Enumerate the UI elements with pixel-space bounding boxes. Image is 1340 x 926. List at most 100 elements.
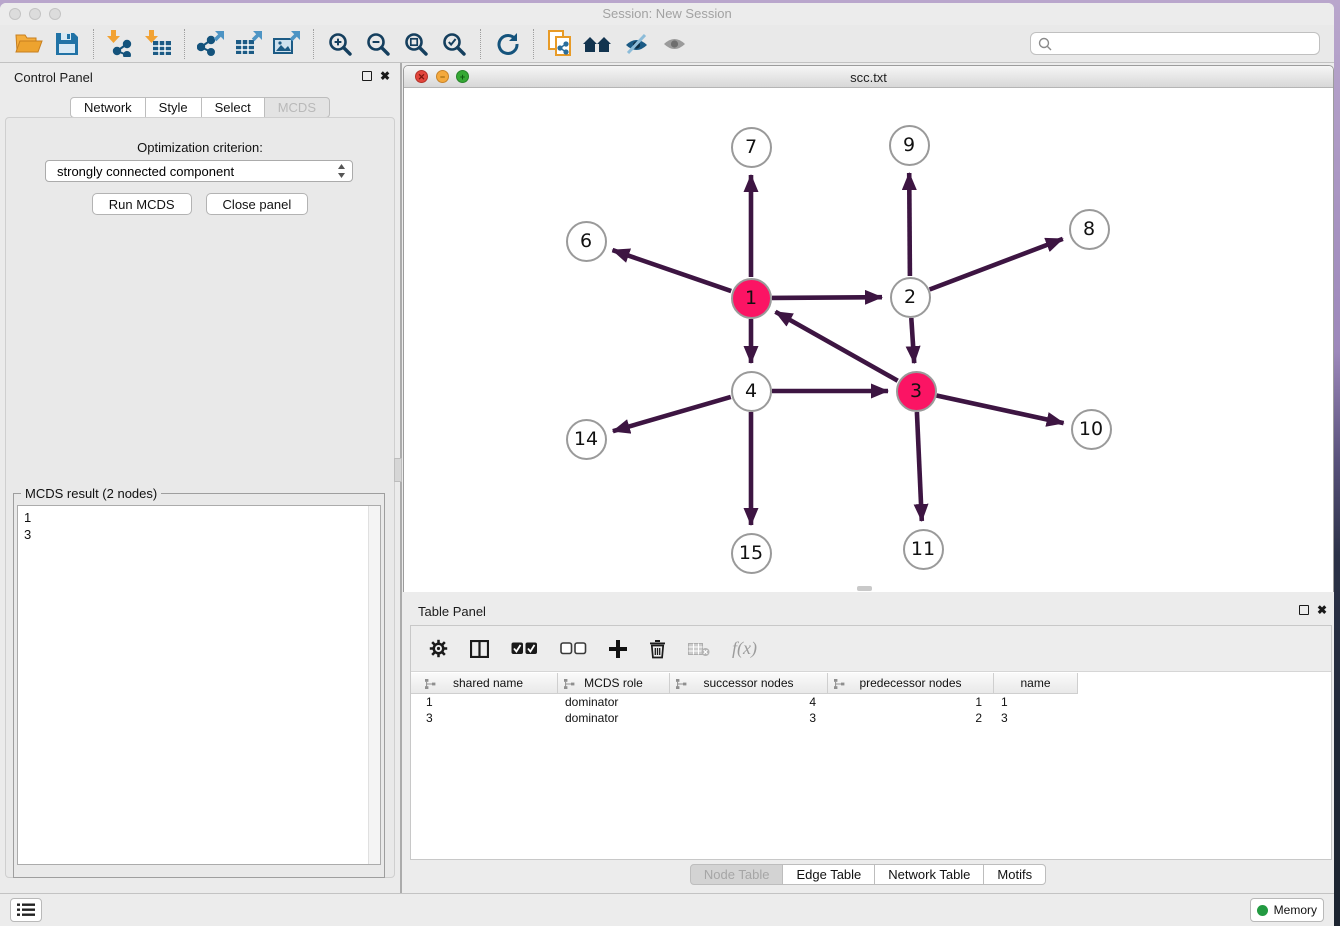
delete-table-icon <box>688 641 710 657</box>
column-header-name[interactable]: name <box>994 673 1078 694</box>
close-panel-icon[interactable]: ✖ <box>380 71 390 82</box>
select-stepper-icon <box>337 164 346 178</box>
mcds-result-area[interactable]: 13 <box>17 505 381 865</box>
memory-button[interactable]: Memory <box>1250 898 1324 922</box>
table-tabs: Node TableEdge TableNetwork TableMotifs <box>403 864 1334 885</box>
network-window-titlebar[interactable]: ✕ − + scc.txt <box>404 66 1333 88</box>
export-table-icon[interactable] <box>230 28 268 60</box>
graph-node-7[interactable]: 7 <box>731 127 772 168</box>
table-cell: 3 <box>419 710 558 726</box>
zoom-in-icon[interactable] <box>321 28 359 60</box>
column-header-mcds-role[interactable]: MCDS role <box>558 673 670 694</box>
import-table-icon[interactable] <box>139 28 177 60</box>
graph-edge-2-9[interactable] <box>909 173 910 276</box>
table-cell: dominator <box>558 710 670 726</box>
tab-motifs[interactable]: Motifs <box>983 864 1046 885</box>
column-header-shared-name[interactable]: shared name <box>419 673 558 694</box>
close-table-panel-icon[interactable]: ✖ <box>1317 605 1327 616</box>
control-panel: Control Panel ✖ NetworkStyleSelectMCDS O… <box>0 63 401 893</box>
mcds-result-scrollbar[interactable] <box>368 506 380 864</box>
export-network-icon[interactable] <box>192 28 230 60</box>
graph-node-4[interactable]: 4 <box>731 371 772 412</box>
float-panel-icon[interactable] <box>362 71 372 83</box>
zoom-selected-icon[interactable] <box>435 28 473 60</box>
mcds-result-box: MCDS result (2 nodes) 13 <box>13 493 385 878</box>
tab-network-table[interactable]: Network Table <box>874 864 984 885</box>
graph-node-15[interactable]: 15 <box>731 533 772 574</box>
graph-node-10[interactable]: 10 <box>1071 409 1112 450</box>
graph-node-6[interactable]: 6 <box>566 221 607 262</box>
graph-edge-3-11[interactable] <box>917 412 922 521</box>
table-cell: 1 <box>828 694 994 710</box>
show-columns-icon[interactable] <box>470 640 489 658</box>
add-column-icon[interactable] <box>609 640 627 658</box>
column-header-successor-nodes[interactable]: successor nodes <box>670 673 828 694</box>
import-network-icon[interactable] <box>101 28 139 60</box>
open-file-icon[interactable] <box>10 28 48 60</box>
table-panel-header: Table Panel ✖ <box>403 597 1334 624</box>
graph-edge-2-3[interactable] <box>911 318 914 363</box>
toolbar-separator <box>313 29 314 59</box>
table-row[interactable]: 1dominator411 <box>411 694 1331 710</box>
network-canvas[interactable]: 7 9 6 8 1 2 4 3 14 10 15 11 <box>404 88 1333 592</box>
tab-node-table[interactable]: Node Table <box>690 864 784 885</box>
graph-node-1[interactable]: 1 <box>731 278 772 319</box>
toolbar-separator <box>184 29 185 59</box>
graph-edge-1-2[interactable] <box>772 297 882 298</box>
copy-selection-icon[interactable] <box>541 28 579 60</box>
zoom-out-icon[interactable] <box>359 28 397 60</box>
float-table-panel-icon[interactable] <box>1299 605 1309 617</box>
settings-gear-icon[interactable] <box>429 639 448 658</box>
first-neighbors-icon[interactable] <box>579 28 617 60</box>
control-panel-tabs: NetworkStyleSelectMCDS <box>0 97 401 118</box>
search-icon <box>1038 37 1052 51</box>
graph-edge-4-14[interactable] <box>613 397 731 431</box>
delete-column-icon[interactable] <box>649 639 666 659</box>
table-toolbar: f(x) <box>411 626 1331 672</box>
export-image-icon[interactable] <box>268 28 306 60</box>
search-box[interactable] <box>1030 32 1320 55</box>
panel-divider-handle[interactable] <box>394 458 402 482</box>
tab-select[interactable]: Select <box>201 97 265 118</box>
memory-label: Memory <box>1274 903 1317 917</box>
network-view-window: ✕ − + scc.txt 7 9 6 8 1 2 4 3 14 10 15 11 <box>403 65 1334 592</box>
table-cell: 3 <box>994 710 1078 726</box>
mcds-result-line: 3 <box>24 526 368 543</box>
graph-edge-3-1[interactable] <box>775 312 897 381</box>
graph-edge-3-10[interactable] <box>937 396 1064 424</box>
table-cell: 4 <box>670 694 828 710</box>
table-cell: 1 <box>994 694 1078 710</box>
column-header-predecessor-nodes[interactable]: predecessor nodes <box>828 673 994 694</box>
run-mcds-button[interactable]: Run MCDS <box>92 193 192 215</box>
table-row[interactable]: 3dominator323 <box>411 710 1331 726</box>
tab-mcds[interactable]: MCDS <box>264 97 330 118</box>
task-history-button[interactable] <box>10 898 42 922</box>
graph-edge-1-6[interactable] <box>613 250 732 291</box>
save-session-icon[interactable] <box>48 28 86 60</box>
refresh-view-icon[interactable] <box>488 28 526 60</box>
canvas-scrollbar-handle[interactable] <box>857 586 872 591</box>
tab-style[interactable]: Style <box>145 97 202 118</box>
graph-node-2[interactable]: 2 <box>890 277 931 318</box>
application-window: Session: New Session <box>0 3 1334 926</box>
edge-layer <box>404 88 1333 592</box>
tab-edge-table[interactable]: Edge Table <box>782 864 875 885</box>
tab-network[interactable]: Network <box>70 97 146 118</box>
network-window-title: scc.txt <box>404 70 1333 85</box>
toolbar-separator <box>93 29 94 59</box>
graph-node-14[interactable]: 14 <box>566 419 607 460</box>
control-panel-title: Control Panel <box>14 70 93 85</box>
mcds-result-line: 1 <box>24 509 368 526</box>
graph-node-11[interactable]: 11 <box>903 529 944 570</box>
graph-node-9[interactable]: 9 <box>889 125 930 166</box>
criterion-select[interactable]: strongly connected component <box>45 160 353 182</box>
search-input[interactable] <box>1052 37 1312 51</box>
graph-node-3[interactable]: 3 <box>896 371 937 412</box>
hide-selected-icon[interactable] <box>617 28 655 60</box>
close-panel-button[interactable]: Close panel <box>206 193 309 215</box>
deselect-all-checkboxes-icon[interactable] <box>560 642 587 655</box>
select-all-checkboxes-icon[interactable] <box>511 642 538 655</box>
zoom-fit-icon[interactable] <box>397 28 435 60</box>
graph-node-8[interactable]: 8 <box>1069 209 1110 250</box>
graph-edge-2-8[interactable] <box>930 239 1063 290</box>
